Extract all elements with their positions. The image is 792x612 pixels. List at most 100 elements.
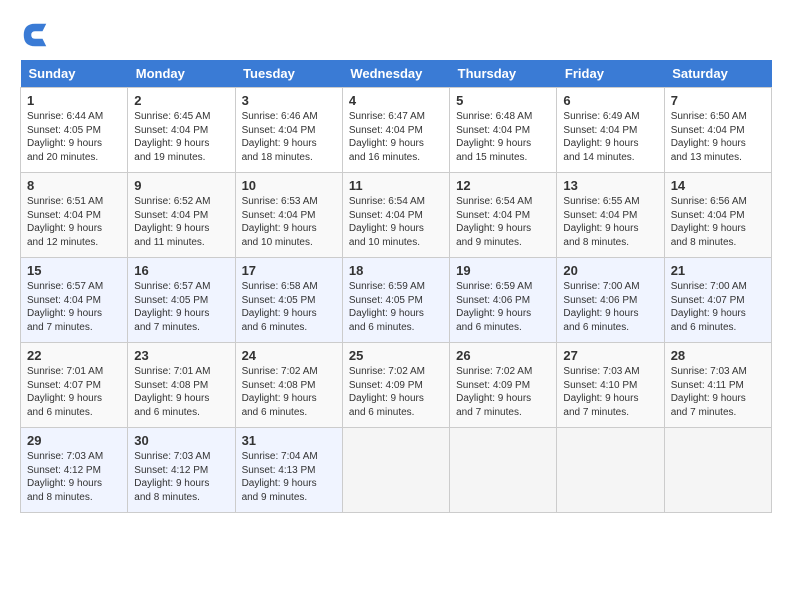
calendar-cell: 23 Sunrise: 7:01 AMSunset: 4:08 PMDaylig… <box>128 343 235 428</box>
day-number: 17 <box>242 263 336 278</box>
day-number: 23 <box>134 348 228 363</box>
day-number: 1 <box>27 93 121 108</box>
calendar-cell: 1 Sunrise: 6:44 AMSunset: 4:05 PMDayligh… <box>21 88 128 173</box>
day-number: 16 <box>134 263 228 278</box>
calendar-cell: 29 Sunrise: 7:03 AMSunset: 4:12 PMDaylig… <box>21 428 128 513</box>
calendar-cell: 30 Sunrise: 7:03 AMSunset: 4:12 PMDaylig… <box>128 428 235 513</box>
day-info: Sunrise: 6:58 AMSunset: 4:05 PMDaylight:… <box>242 280 336 334</box>
day-number: 14 <box>671 178 765 193</box>
calendar-cell: 27 Sunrise: 7:03 AMSunset: 4:10 PMDaylig… <box>557 343 664 428</box>
day-number: 22 <box>27 348 121 363</box>
day-info: Sunrise: 7:04 AMSunset: 4:13 PMDaylight:… <box>242 450 336 504</box>
calendar-cell: 26 Sunrise: 7:02 AMSunset: 4:09 PMDaylig… <box>450 343 557 428</box>
day-info: Sunrise: 6:44 AMSunset: 4:05 PMDaylight:… <box>27 110 121 164</box>
day-info: Sunrise: 7:02 AMSunset: 4:08 PMDaylight:… <box>242 365 336 419</box>
day-number: 6 <box>563 93 657 108</box>
calendar-cell: 25 Sunrise: 7:02 AMSunset: 4:09 PMDaylig… <box>342 343 449 428</box>
day-info: Sunrise: 6:47 AMSunset: 4:04 PMDaylight:… <box>349 110 443 164</box>
logo <box>20 20 54 50</box>
day-number: 15 <box>27 263 121 278</box>
day-number: 25 <box>349 348 443 363</box>
page-header <box>20 20 772 50</box>
day-number: 18 <box>349 263 443 278</box>
day-info: Sunrise: 6:48 AMSunset: 4:04 PMDaylight:… <box>456 110 550 164</box>
col-header-friday: Friday <box>557 60 664 88</box>
col-header-sunday: Sunday <box>21 60 128 88</box>
day-info: Sunrise: 6:50 AMSunset: 4:04 PMDaylight:… <box>671 110 765 164</box>
col-header-thursday: Thursday <box>450 60 557 88</box>
day-info: Sunrise: 6:51 AMSunset: 4:04 PMDaylight:… <box>27 195 121 249</box>
day-info: Sunrise: 6:57 AMSunset: 4:05 PMDaylight:… <box>134 280 228 334</box>
day-number: 13 <box>563 178 657 193</box>
calendar-week-3: 15 Sunrise: 6:57 AMSunset: 4:04 PMDaylig… <box>21 258 772 343</box>
day-number: 21 <box>671 263 765 278</box>
calendar-cell: 4 Sunrise: 6:47 AMSunset: 4:04 PMDayligh… <box>342 88 449 173</box>
calendar-cell: 12 Sunrise: 6:54 AMSunset: 4:04 PMDaylig… <box>450 173 557 258</box>
day-info: Sunrise: 7:03 AMSunset: 4:11 PMDaylight:… <box>671 365 765 419</box>
calendar-cell: 17 Sunrise: 6:58 AMSunset: 4:05 PMDaylig… <box>235 258 342 343</box>
calendar-cell <box>664 428 771 513</box>
logo-icon <box>20 20 50 50</box>
day-number: 2 <box>134 93 228 108</box>
calendar-cell: 10 Sunrise: 6:53 AMSunset: 4:04 PMDaylig… <box>235 173 342 258</box>
day-info: Sunrise: 6:55 AMSunset: 4:04 PMDaylight:… <box>563 195 657 249</box>
calendar-cell: 28 Sunrise: 7:03 AMSunset: 4:11 PMDaylig… <box>664 343 771 428</box>
calendar-week-5: 29 Sunrise: 7:03 AMSunset: 4:12 PMDaylig… <box>21 428 772 513</box>
day-info: Sunrise: 7:00 AMSunset: 4:07 PMDaylight:… <box>671 280 765 334</box>
day-number: 7 <box>671 93 765 108</box>
day-info: Sunrise: 7:02 AMSunset: 4:09 PMDaylight:… <box>456 365 550 419</box>
calendar-cell <box>450 428 557 513</box>
day-number: 3 <box>242 93 336 108</box>
day-info: Sunrise: 6:59 AMSunset: 4:05 PMDaylight:… <box>349 280 443 334</box>
header-row: SundayMondayTuesdayWednesdayThursdayFrid… <box>21 60 772 88</box>
day-info: Sunrise: 6:49 AMSunset: 4:04 PMDaylight:… <box>563 110 657 164</box>
calendar-cell: 18 Sunrise: 6:59 AMSunset: 4:05 PMDaylig… <box>342 258 449 343</box>
day-info: Sunrise: 7:01 AMSunset: 4:08 PMDaylight:… <box>134 365 228 419</box>
calendar-cell: 8 Sunrise: 6:51 AMSunset: 4:04 PMDayligh… <box>21 173 128 258</box>
calendar-cell: 2 Sunrise: 6:45 AMSunset: 4:04 PMDayligh… <box>128 88 235 173</box>
calendar-table: SundayMondayTuesdayWednesdayThursdayFrid… <box>20 60 772 513</box>
calendar-cell: 31 Sunrise: 7:04 AMSunset: 4:13 PMDaylig… <box>235 428 342 513</box>
day-number: 19 <box>456 263 550 278</box>
day-number: 31 <box>242 433 336 448</box>
day-info: Sunrise: 7:00 AMSunset: 4:06 PMDaylight:… <box>563 280 657 334</box>
day-number: 28 <box>671 348 765 363</box>
calendar-cell: 9 Sunrise: 6:52 AMSunset: 4:04 PMDayligh… <box>128 173 235 258</box>
day-number: 12 <box>456 178 550 193</box>
calendar-cell <box>342 428 449 513</box>
day-info: Sunrise: 6:54 AMSunset: 4:04 PMDaylight:… <box>456 195 550 249</box>
day-info: Sunrise: 6:57 AMSunset: 4:04 PMDaylight:… <box>27 280 121 334</box>
day-number: 4 <box>349 93 443 108</box>
calendar-week-2: 8 Sunrise: 6:51 AMSunset: 4:04 PMDayligh… <box>21 173 772 258</box>
calendar-cell: 24 Sunrise: 7:02 AMSunset: 4:08 PMDaylig… <box>235 343 342 428</box>
day-info: Sunrise: 6:54 AMSunset: 4:04 PMDaylight:… <box>349 195 443 249</box>
day-number: 8 <box>27 178 121 193</box>
col-header-monday: Monday <box>128 60 235 88</box>
calendar-cell: 7 Sunrise: 6:50 AMSunset: 4:04 PMDayligh… <box>664 88 771 173</box>
day-number: 5 <box>456 93 550 108</box>
calendar-cell <box>557 428 664 513</box>
day-number: 9 <box>134 178 228 193</box>
col-header-wednesday: Wednesday <box>342 60 449 88</box>
day-info: Sunrise: 6:46 AMSunset: 4:04 PMDaylight:… <box>242 110 336 164</box>
col-header-saturday: Saturday <box>664 60 771 88</box>
calendar-cell: 15 Sunrise: 6:57 AMSunset: 4:04 PMDaylig… <box>21 258 128 343</box>
calendar-cell: 14 Sunrise: 6:56 AMSunset: 4:04 PMDaylig… <box>664 173 771 258</box>
day-info: Sunrise: 6:52 AMSunset: 4:04 PMDaylight:… <box>134 195 228 249</box>
day-number: 26 <box>456 348 550 363</box>
calendar-week-1: 1 Sunrise: 6:44 AMSunset: 4:05 PMDayligh… <box>21 88 772 173</box>
col-header-tuesday: Tuesday <box>235 60 342 88</box>
day-number: 27 <box>563 348 657 363</box>
day-number: 24 <box>242 348 336 363</box>
day-info: Sunrise: 7:03 AMSunset: 4:12 PMDaylight:… <box>134 450 228 504</box>
day-info: Sunrise: 6:59 AMSunset: 4:06 PMDaylight:… <box>456 280 550 334</box>
day-info: Sunrise: 7:01 AMSunset: 4:07 PMDaylight:… <box>27 365 121 419</box>
day-info: Sunrise: 6:53 AMSunset: 4:04 PMDaylight:… <box>242 195 336 249</box>
day-info: Sunrise: 6:56 AMSunset: 4:04 PMDaylight:… <box>671 195 765 249</box>
calendar-cell: 16 Sunrise: 6:57 AMSunset: 4:05 PMDaylig… <box>128 258 235 343</box>
day-number: 10 <box>242 178 336 193</box>
calendar-cell: 21 Sunrise: 7:00 AMSunset: 4:07 PMDaylig… <box>664 258 771 343</box>
calendar-cell: 6 Sunrise: 6:49 AMSunset: 4:04 PMDayligh… <box>557 88 664 173</box>
day-number: 30 <box>134 433 228 448</box>
calendar-cell: 19 Sunrise: 6:59 AMSunset: 4:06 PMDaylig… <box>450 258 557 343</box>
